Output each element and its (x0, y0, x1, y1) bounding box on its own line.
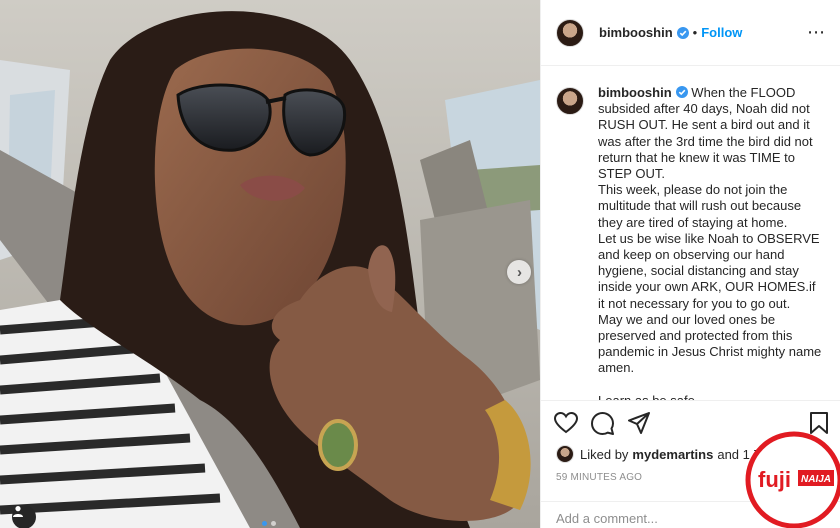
share-icon[interactable] (628, 412, 650, 434)
liked-by-user[interactable]: mydemartins (632, 447, 713, 462)
chevron-right-icon: › (517, 263, 522, 281)
liked-by-label: Liked by (580, 446, 629, 462)
fujinaija-watermark-logo: fuji NAIJA (745, 431, 840, 528)
caption-author-avatar[interactable] (556, 87, 584, 115)
author-username[interactable]: bimbooshin (599, 25, 673, 40)
selfie-in-car-image (0, 0, 540, 528)
svg-text:fuji: fuji (758, 467, 791, 492)
caption-body: When the FLOOD subsided after 40 days, N… (598, 85, 822, 400)
carousel-indicator (262, 521, 276, 526)
post-photo[interactable]: › (0, 0, 540, 528)
carousel-dot-active (262, 521, 267, 526)
comment-input[interactable] (541, 502, 741, 526)
caption-author-username[interactable]: bimbooshin (598, 85, 672, 100)
more-options-icon[interactable]: ⋯ (807, 23, 826, 41)
separator-dot: • (692, 25, 698, 40)
liker-avatar[interactable] (556, 445, 574, 463)
carousel-next-button[interactable]: › (507, 260, 531, 284)
verified-badge-icon (675, 86, 688, 98)
caption-text: bimbooshin When the FLOOD subsided after… (598, 85, 825, 400)
post-header: bimbooshin • Follow ⋯ (541, 0, 840, 66)
likes-summary: Liked by mydemartins and 1,7 (556, 445, 761, 463)
heart-icon[interactable] (554, 412, 578, 434)
carousel-dot (271, 521, 276, 526)
verified-badge-icon (676, 26, 689, 39)
caption-row: bimbooshin When the FLOOD subsided after… (556, 85, 825, 400)
follow-button[interactable]: Follow (701, 25, 742, 40)
author-avatar[interactable] (556, 18, 584, 47)
svg-text:NAIJA: NAIJA (801, 474, 831, 485)
post-timestamp[interactable]: 59 MINUTES AGO (556, 472, 642, 483)
user-tag-icon (13, 506, 23, 517)
comment-icon[interactable] (591, 412, 614, 435)
tagged-users-button[interactable] (12, 505, 36, 528)
comments-scroll-area[interactable]: bimbooshin When the FLOOD subsided after… (541, 67, 840, 400)
